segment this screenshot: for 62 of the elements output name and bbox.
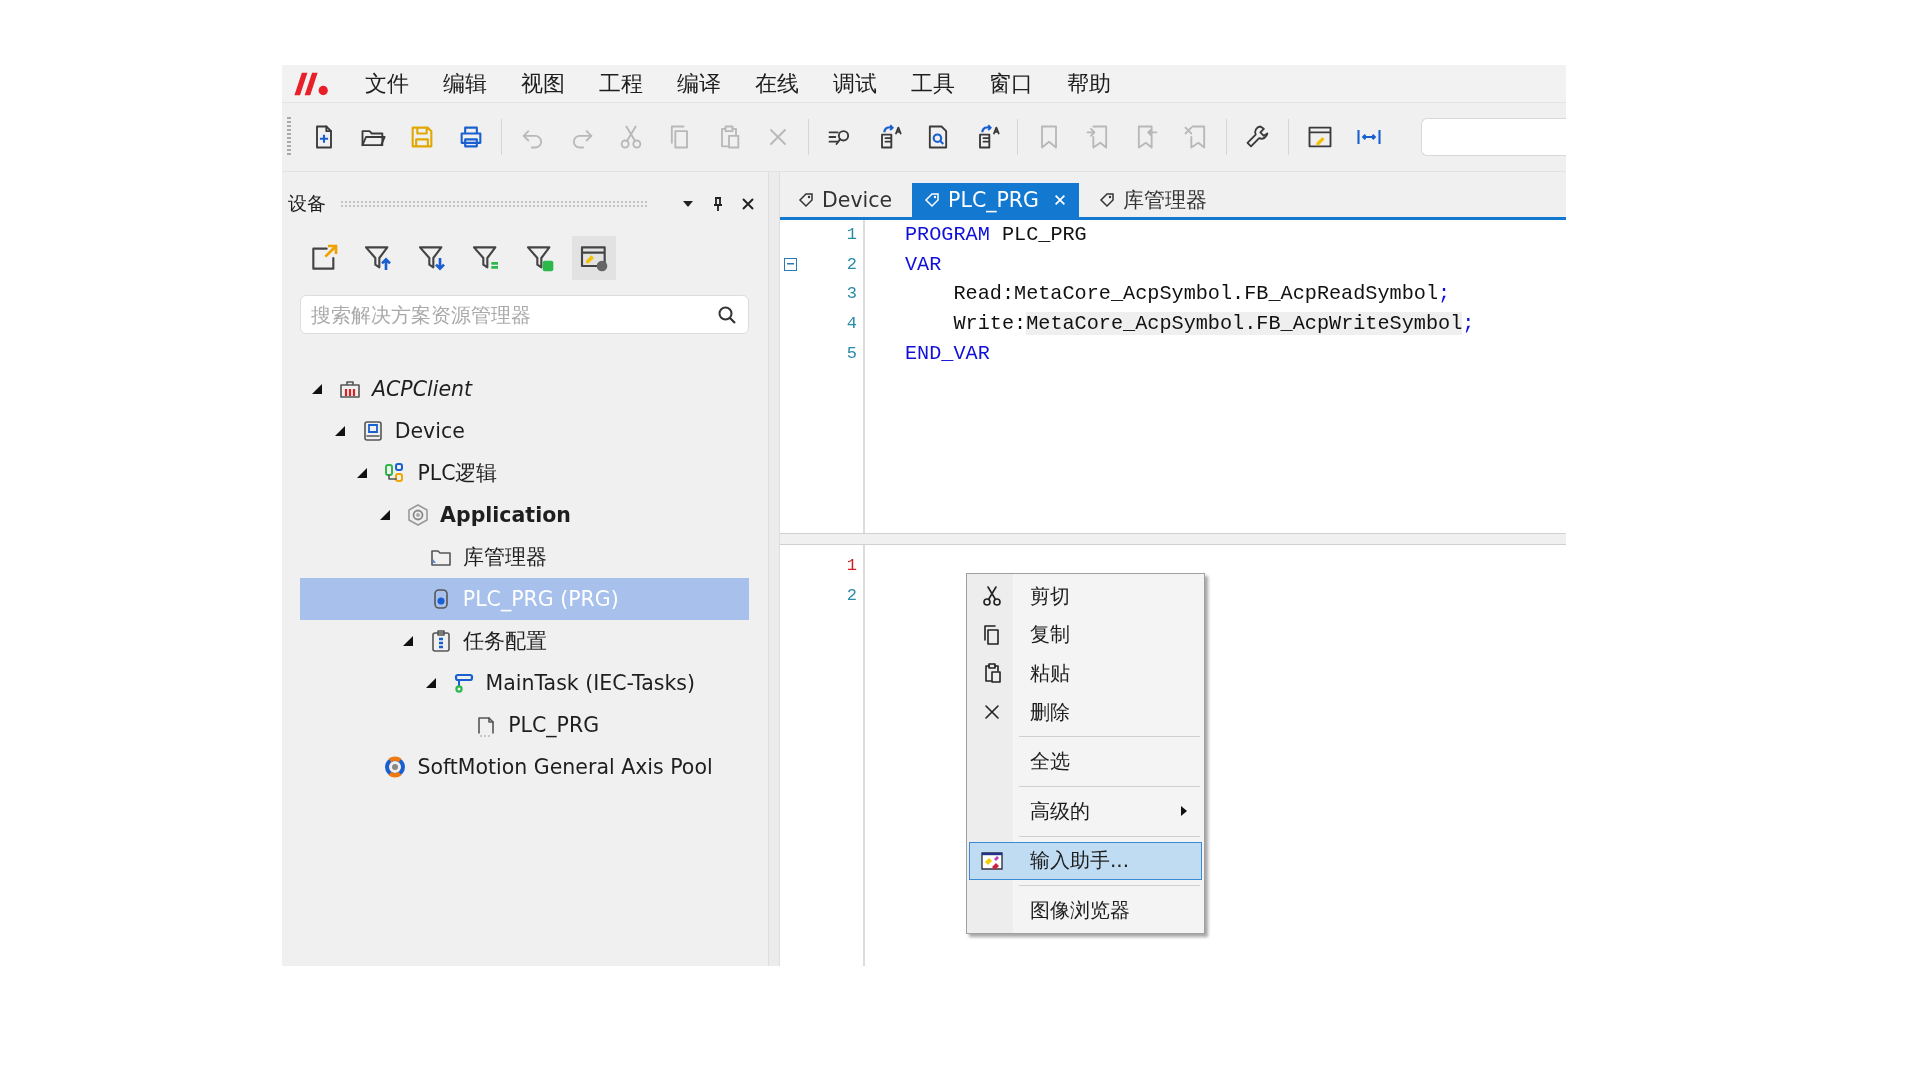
tag-icon <box>1098 192 1115 208</box>
scissors-icon <box>980 584 1004 609</box>
menu-item[interactable]: 在线 <box>738 65 816 102</box>
expander-icon[interactable] <box>425 678 436 688</box>
tag-icon <box>798 192 814 208</box>
menu-item[interactable]: 工程 <box>582 65 660 102</box>
line-number: 4 <box>846 314 857 334</box>
panel-title: 设备 <box>288 191 326 216</box>
expander-icon[interactable] <box>357 468 368 478</box>
menu-item[interactable]: 删除 <box>969 692 1202 732</box>
line-number: 2 <box>846 585 857 605</box>
menu-item[interactable]: 剪切 <box>969 577 1202 616</box>
tree-item[interactable]: 任务配置 <box>300 620 749 662</box>
editor-tab[interactable]: PLC_PRG <box>912 183 1079 217</box>
hexagon-gear-icon <box>406 503 431 527</box>
toolbar-grip[interactable] <box>287 117 291 157</box>
menu-item[interactable]: 编译 <box>660 65 738 102</box>
editor-tab[interactable]: 库管理器 <box>1086 183 1219 217</box>
menu-item[interactable]: 复制 <box>969 615 1202 655</box>
line-number: 5 <box>846 343 857 363</box>
menu-item[interactable]: 调试 <box>816 65 894 102</box>
search-icon <box>717 305 737 325</box>
line-number: 1 <box>846 556 857 576</box>
menu-item[interactable]: 编辑 <box>426 65 504 102</box>
code-line: VAR <box>905 251 942 278</box>
line-number: 1 <box>846 225 857 245</box>
line-number: 2 <box>846 254 857 274</box>
expander-icon[interactable] <box>312 384 322 394</box>
line-number: 3 <box>846 284 857 304</box>
collapse-icon[interactable] <box>784 257 797 271</box>
expander-icon[interactable] <box>402 636 413 646</box>
code-line: PROGRAM PLC_PRG <box>905 222 1087 249</box>
tree-item[interactable]: Device <box>300 410 749 452</box>
menu-item[interactable]: 视图 <box>504 65 582 102</box>
menu-item[interactable]: 全选 <box>969 742 1202 781</box>
close-icon[interactable] <box>740 196 756 212</box>
panel-tool-button[interactable] <box>572 236 616 280</box>
tree-item[interactable]: Application <box>300 494 749 536</box>
menu-item[interactable]: 文件 <box>348 65 426 102</box>
expander-icon[interactable] <box>380 510 391 520</box>
menu-item[interactable]: 帮助 <box>1050 65 1128 102</box>
panel-grip[interactable] <box>340 200 648 208</box>
tree-item[interactable]: MainTask (IEC-Tasks) <box>300 662 749 704</box>
menu-item[interactable]: 工具 <box>894 65 972 102</box>
editor-tab[interactable]: Device <box>786 183 905 217</box>
menu-item[interactable]: 图像浏览器 <box>969 891 1202 930</box>
menu-item[interactable]: 高级的 <box>969 791 1202 831</box>
tree-item[interactable]: ACPClient <box>300 368 749 410</box>
toolbar-field[interactable] <box>1421 118 1566 156</box>
tree-item[interactable]: PLC逻辑 <box>300 452 749 494</box>
ring-icon <box>383 755 408 779</box>
menu-item[interactable]: 输入助手... <box>969 841 1202 881</box>
code-line: Read:MetaCore_AcpSymbol.FB_AcpReadSymbol; <box>952 281 1451 308</box>
tree-item[interactable]: PLC_PRG <box>300 704 749 746</box>
code-line: END_VAR <box>905 340 990 367</box>
menu-item[interactable]: 窗口 <box>972 65 1050 102</box>
tag-icon <box>924 192 941 208</box>
expander-icon[interactable] <box>334 426 345 436</box>
tree-item[interactable]: 库管理器 <box>300 536 749 578</box>
tree-item[interactable]: SoftMotion General Axis Pool <box>300 746 749 788</box>
menu-item[interactable]: 粘贴 <box>969 654 1202 693</box>
search-field[interactable]: 搜索解决方案资源管理器 <box>300 295 749 334</box>
